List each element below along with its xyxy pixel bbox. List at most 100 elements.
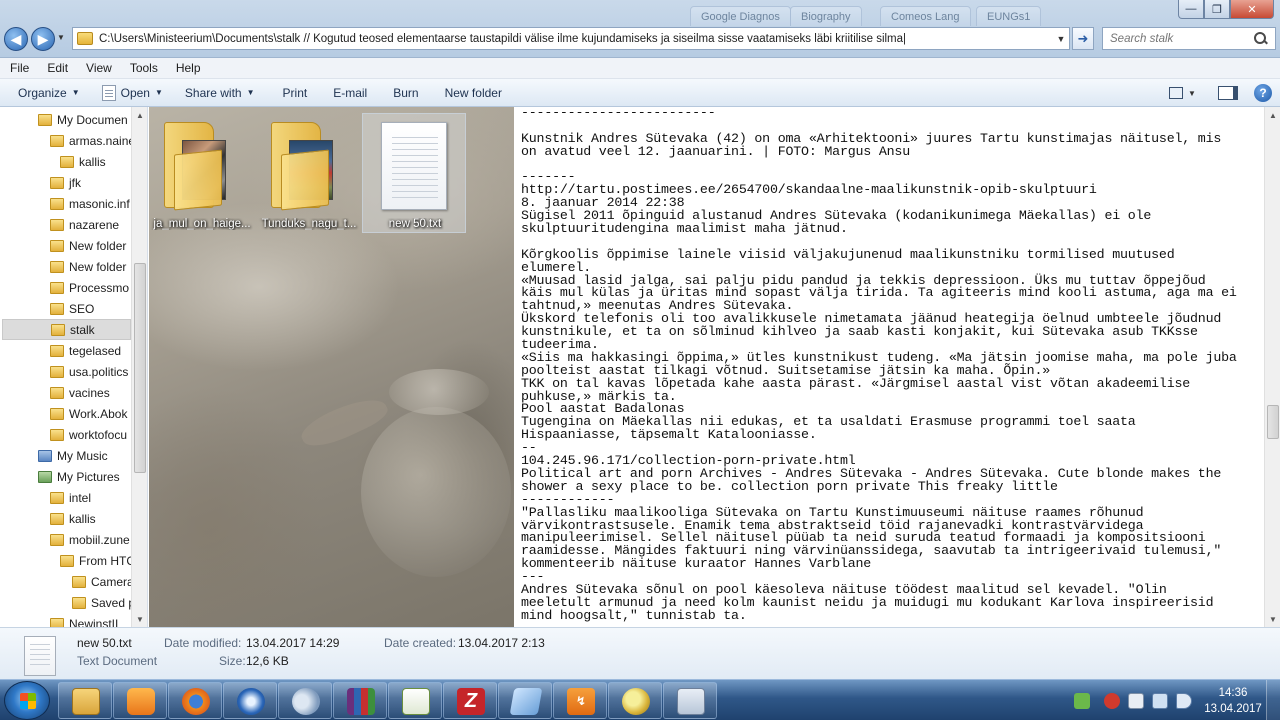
network-disconnected-icon[interactable] <box>1104 692 1120 709</box>
preview-scrollbar[interactable]: ▲ ▼ <box>1264 107 1280 627</box>
tree-item-worktofocu[interactable]: worktofocu <box>50 424 131 445</box>
address-path[interactable]: C:\Users\Ministeerium\Documents\stalk //… <box>99 33 1053 45</box>
background-browser-tabs: Google Diagnos Biography Comeos Lang EUN… <box>0 0 1170 26</box>
burn-button[interactable]: Burn <box>393 86 418 100</box>
minimize-button[interactable]: — <box>1178 0 1204 19</box>
thunderbird-icon <box>237 688 265 715</box>
search-input[interactable] <box>1103 32 1251 45</box>
organize-button[interactable]: Organize ▼ <box>18 86 80 100</box>
ghost-tab: Comeos Lang <box>880 6 971 26</box>
folder-icon <box>50 428 64 441</box>
show-desktop-button[interactable] <box>1266 680 1280 720</box>
tree-item-label: kallis <box>69 511 96 526</box>
menu-file[interactable]: File <box>0 61 37 75</box>
tree-item-label: usa.politics <box>69 364 129 379</box>
menu-view[interactable]: View <box>76 61 120 75</box>
tree-item-armas-naine[interactable]: armas.naine <box>50 130 131 151</box>
search-icon[interactable] <box>1253 31 1269 47</box>
folder-icon <box>60 554 74 567</box>
menu-edit[interactable]: Edit <box>37 61 76 75</box>
taskbar-button[interactable] <box>278 682 332 719</box>
preview-pane-icon[interactable] <box>1216 83 1240 103</box>
tree-item-masonic-inf[interactable]: masonic.inf <box>50 193 131 214</box>
scroll-up-icon[interactable]: ▲ <box>132 107 147 123</box>
taskbar-button[interactable] <box>168 682 222 719</box>
tree-item-jfk[interactable]: jfk <box>50 172 131 193</box>
tree-item-my-music[interactable]: My Music <box>38 445 131 466</box>
file-item-folder-2[interactable]: Tunduks_nagu_t... <box>256 113 360 233</box>
print-button[interactable]: Print <box>283 86 308 100</box>
menu-help[interactable]: Help <box>166 61 209 75</box>
taskbar-button[interactable]: Z <box>443 682 497 719</box>
taskbar-button[interactable] <box>333 682 387 719</box>
tree-item-kallis[interactable]: kallis <box>50 508 131 529</box>
scroll-down-icon[interactable]: ▼ <box>1265 611 1280 627</box>
details-created-label: Date created: <box>384 636 457 650</box>
tree-item-stalk[interactable]: stalk <box>2 319 131 340</box>
tree-item-usa-politics[interactable]: usa.politics <box>50 361 131 382</box>
tree-item-intel[interactable]: intel <box>50 487 131 508</box>
taskbar-button[interactable]: ↯ <box>553 682 607 719</box>
taskbar: Z ↯ 14:36 13.04.2017 <box>0 679 1280 720</box>
file-name: Tunduks_nagu_t... <box>261 218 357 230</box>
tree-item-saved-pic[interactable]: Saved pic <box>72 592 131 613</box>
email-button[interactable]: E-mail <box>333 86 367 100</box>
scrollbar-thumb[interactable] <box>134 263 146 473</box>
tree-item-new-folder[interactable]: New folder <box>50 235 131 256</box>
tree-item-processmo[interactable]: Processmo <box>50 277 131 298</box>
tree-item-nazarene[interactable]: nazarene <box>50 214 131 235</box>
tree-item-label: My Pictures <box>57 469 120 484</box>
recent-pages-chevron-icon[interactable]: ▼ <box>57 33 65 42</box>
file-item-folder-1[interactable]: ja_mul_on_haige... <box>149 113 253 233</box>
folder-icon <box>164 122 234 211</box>
taskbar-button[interactable] <box>608 682 662 719</box>
taskbar-button[interactable] <box>113 682 167 719</box>
search-box[interactable] <box>1102 27 1276 50</box>
taskbar-button[interactable] <box>663 682 717 719</box>
tree-item-new-folder[interactable]: New folder <box>50 256 131 277</box>
security-check-icon[interactable] <box>1074 692 1090 709</box>
tree-item-work-abok[interactable]: Work.Abok <box>50 403 131 424</box>
taskbar-button[interactable] <box>223 682 277 719</box>
chevron-down-icon[interactable]: ▼ <box>1188 89 1200 98</box>
address-bar[interactable]: C:\Users\Ministeerium\Documents\stalk //… <box>72 27 1070 50</box>
folder-icon <box>38 113 52 126</box>
taskbar-button[interactable] <box>58 682 112 719</box>
tree-item-newinstii[interactable]: NewinstII <box>50 613 131 627</box>
tree-item-seo[interactable]: SEO <box>50 298 131 319</box>
preview-text: ------------------------- Kunstnik Andres… <box>521 107 1261 623</box>
scroll-up-icon[interactable]: ▲ <box>1265 107 1280 123</box>
file-list[interactable]: ja_mul_on_haige... Tunduks_nagu_t... new… <box>149 107 514 627</box>
address-history-chevron-icon[interactable]: ▼ <box>1053 34 1069 44</box>
power-icon[interactable] <box>1128 692 1144 709</box>
tree-item-vacines[interactable]: vacines <box>50 382 131 403</box>
tree-item-my-documen[interactable]: My Documen <box>38 109 131 130</box>
taskbar-button[interactable] <box>388 682 442 719</box>
navigation-scrollbar[interactable]: ▲ ▼ <box>131 107 147 627</box>
tree-item-mobiil-zune[interactable]: mobiil.zune <box>50 529 131 550</box>
back-button[interactable]: ◀ <box>4 27 28 51</box>
go-button[interactable]: ➜ <box>1072 27 1094 50</box>
new-folder-button[interactable]: New folder <box>445 86 502 100</box>
menu-tools[interactable]: Tools <box>120 61 166 75</box>
help-icon[interactable]: ? <box>1254 84 1272 102</box>
scrollbar-thumb[interactable] <box>1267 405 1279 439</box>
clock[interactable]: 14:36 13.04.2017 <box>1204 685 1262 717</box>
tree-item-kallis[interactable]: kallis <box>60 151 131 172</box>
close-button[interactable]: ✕ <box>1230 0 1274 19</box>
tree-item-tegelased[interactable]: tegelased <box>50 340 131 361</box>
change-view-icon[interactable] <box>1164 83 1188 103</box>
tree-item-my-pictures[interactable]: My Pictures <box>38 466 131 487</box>
volume-icon[interactable] <box>1176 692 1192 709</box>
tree-item-camera[interactable]: Camera <box>72 571 131 592</box>
open-button[interactable]: Open ▼ <box>101 84 163 101</box>
maximize-button[interactable]: ❐ <box>1204 0 1230 19</box>
file-item-text-selected[interactable]: new 50.txt <box>362 113 466 233</box>
start-button[interactable] <box>4 681 50 720</box>
forward-button[interactable]: ▶ <box>31 27 55 51</box>
taskbar-button[interactable] <box>498 682 552 719</box>
display-icon[interactable] <box>1152 692 1168 709</box>
tree-item-from-htc[interactable]: From HTC <box>60 550 131 571</box>
share-with-button[interactable]: Share with ▼ <box>185 86 255 100</box>
scroll-down-icon[interactable]: ▼ <box>132 611 147 627</box>
